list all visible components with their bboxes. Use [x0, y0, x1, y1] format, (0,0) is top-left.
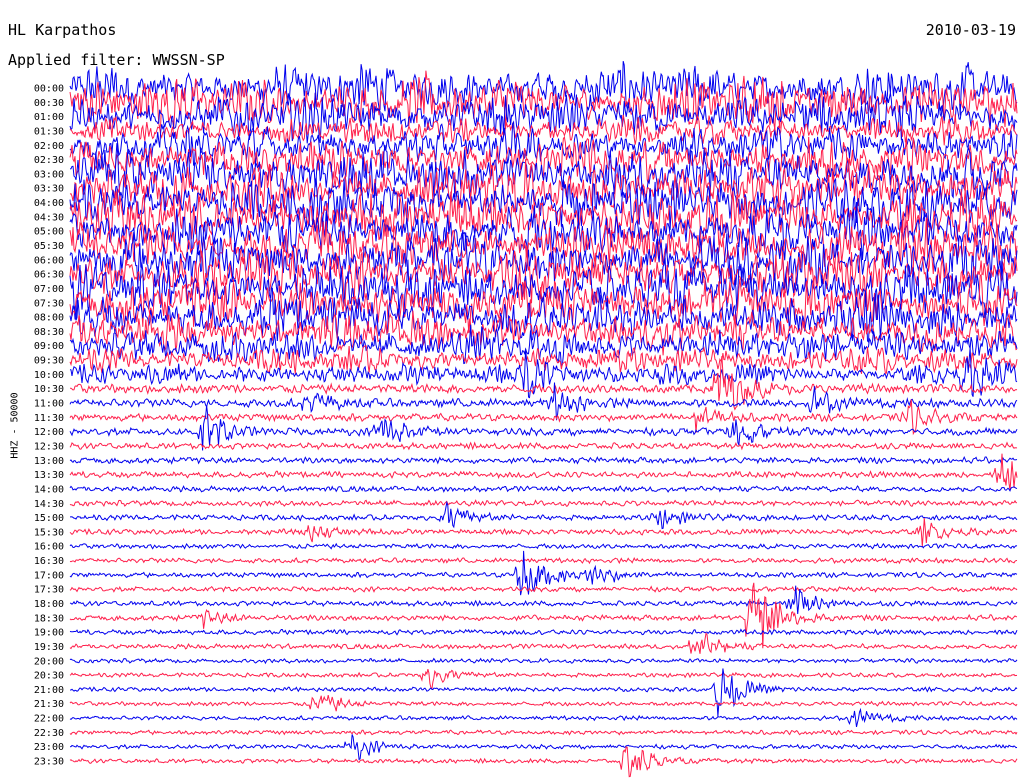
tick-label: 02:30 [34, 155, 64, 166]
trace-line [69, 729, 1018, 736]
trace-line [69, 582, 1018, 649]
trace-layer [69, 60, 1018, 778]
trace-line [69, 399, 1018, 436]
trace-line [69, 657, 1018, 665]
trace-line [69, 499, 1018, 508]
tick-label: 14:30 [34, 499, 64, 510]
tick-label: 09:00 [34, 341, 64, 352]
tick-label: 21:00 [34, 685, 64, 696]
tick-label: 15:30 [34, 527, 64, 538]
trace-line [69, 441, 1018, 451]
trace-line [69, 628, 1018, 636]
trace-line [69, 456, 1018, 465]
tick-label: 11:00 [34, 399, 64, 410]
tick-label: 00:00 [34, 84, 64, 95]
tick-label: 01:00 [34, 112, 64, 123]
tick-layer: 00:00 00:30 01:00 01:30 02:00 02:30 03:00 03:30… [34, 84, 64, 768]
tick-label: 09:30 [34, 356, 64, 367]
tick-label: 17:00 [34, 570, 64, 581]
tick-label: 02:00 [34, 141, 64, 152]
trace-line [69, 347, 1018, 399]
tick-label: 03:00 [34, 169, 64, 180]
tick-label: 08:00 [34, 313, 64, 324]
tick-label: 17:30 [34, 585, 64, 596]
helicorder-plot: 00:00 00:30 01:00 01:30 02:00 02:30 03:00 03:30… [34, 60, 1018, 778]
trace-line [69, 518, 1018, 547]
tick-label: 23:00 [34, 742, 64, 753]
tick-label: 22:30 [34, 728, 64, 739]
tick-label: 05:30 [34, 241, 64, 252]
tick-label: 20:30 [34, 671, 64, 682]
trace-line [69, 707, 1018, 728]
tick-label: 05:00 [34, 227, 64, 238]
tick-label: 04:30 [34, 212, 64, 223]
tick-label: 18:30 [34, 613, 64, 624]
trace-line [69, 668, 1018, 690]
tick-label: 12:30 [34, 441, 64, 452]
trace-line [69, 556, 1018, 565]
trace-line [69, 485, 1018, 493]
tick-label: 13:00 [34, 456, 64, 467]
tick-label: 15:00 [34, 513, 64, 524]
tick-label: 04:00 [34, 198, 64, 209]
tick-label: 22:00 [34, 714, 64, 725]
tick-label: 20:00 [34, 656, 64, 667]
tick-label: 01:30 [34, 126, 64, 137]
tick-label: 21:30 [34, 699, 64, 710]
tick-label: 06:30 [34, 270, 64, 281]
tick-label: 16:30 [34, 556, 64, 567]
tick-label: 08:30 [34, 327, 64, 338]
trace-line [69, 585, 1018, 593]
tick-label: 12:00 [34, 427, 64, 438]
tick-label: 10:30 [34, 384, 64, 395]
tick-label: 14:00 [34, 484, 64, 495]
trace-line [69, 734, 1018, 761]
tick-label: 06:00 [34, 255, 64, 266]
tick-label: 00:30 [34, 98, 64, 109]
trace-line [69, 746, 1018, 778]
trace-line [70, 500, 1018, 530]
tick-label: 07:30 [34, 298, 64, 309]
trace-line [69, 542, 1018, 550]
trace-line [69, 632, 1018, 654]
tick-label: 07:00 [34, 284, 64, 295]
tick-label: 19:30 [34, 642, 64, 653]
tick-label: 11:30 [34, 413, 64, 424]
tick-label: 10:00 [34, 370, 64, 381]
tick-label: 13:30 [34, 470, 64, 481]
trace-line [69, 694, 1018, 712]
tick-label: 19:00 [34, 628, 64, 639]
tick-label: 03:30 [34, 184, 64, 195]
tick-label: 23:30 [34, 757, 64, 768]
tick-label: 16:00 [34, 542, 64, 553]
tick-label: 18:00 [34, 599, 64, 610]
